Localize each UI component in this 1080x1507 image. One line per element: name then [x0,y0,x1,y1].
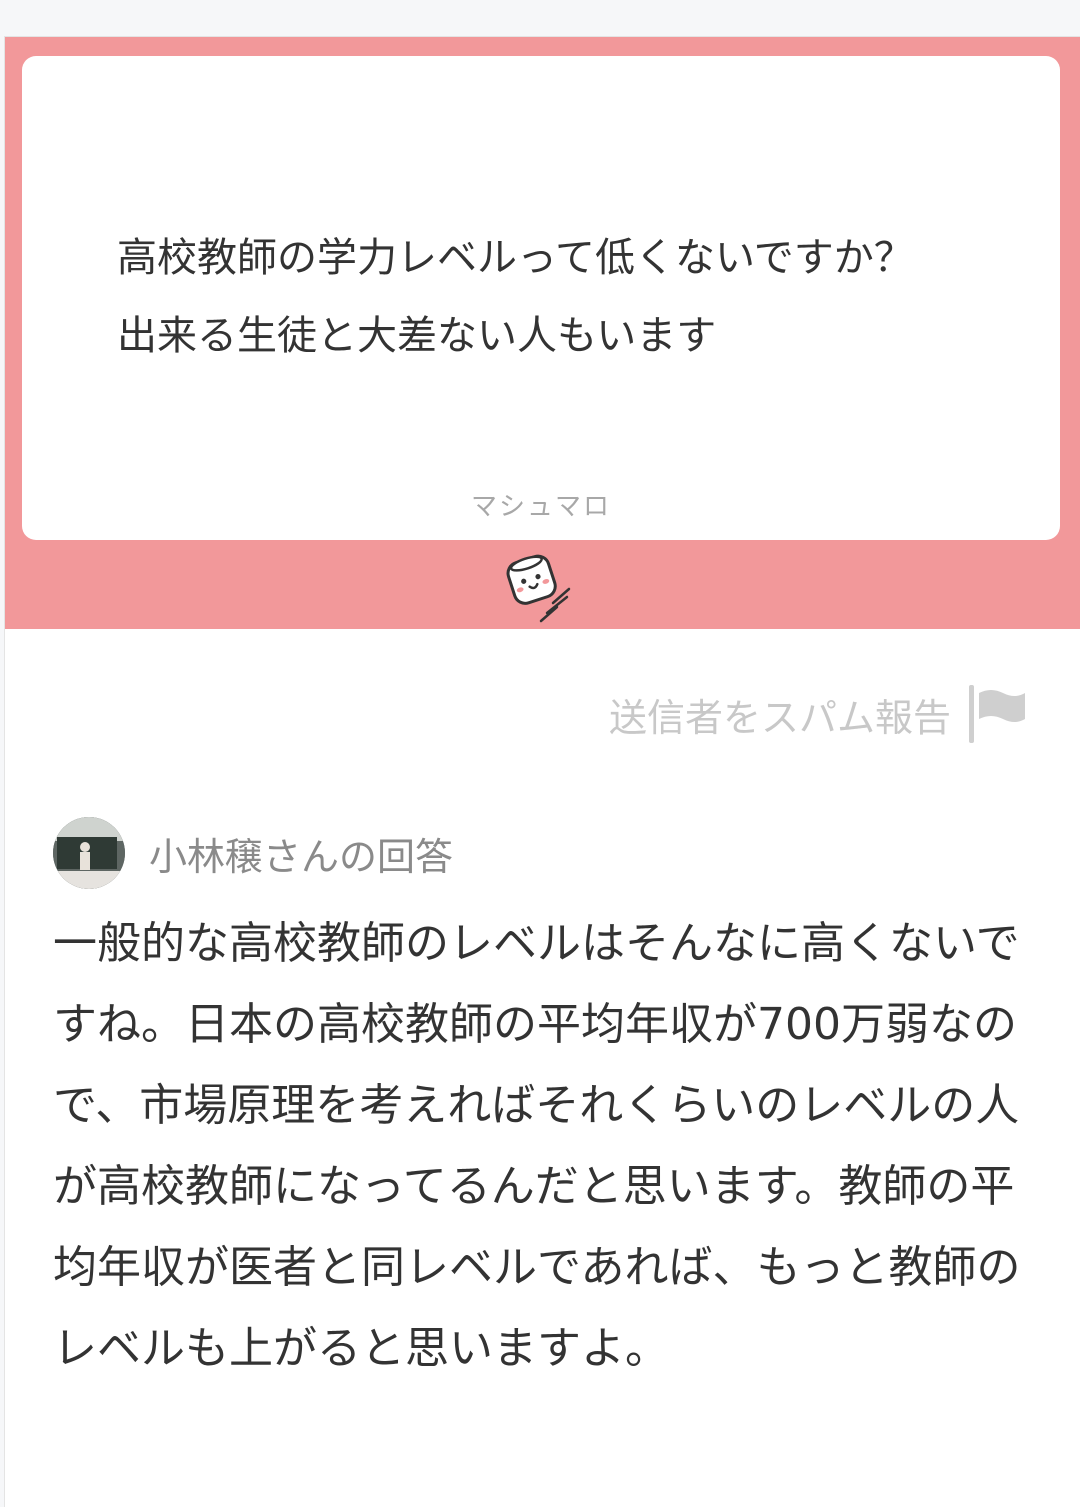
flag-icon [969,685,1025,743]
report-spam-label: 送信者をスパム報告 [608,695,951,740]
page: 高校教師の学力レベルって低くないですか？ 出来る生徒と大差ない人もいます マシュ… [4,36,1080,1507]
answer-header: 小林穣さんの回答 [53,817,453,889]
question-text: 高校教師の学力レベルって低くないですか？ 出来る生徒と大差ない人もいます [117,235,914,359]
brand-label: マシュマロ [470,492,611,522]
answer-title: 小林穣さんの回答 [149,834,454,879]
answer-text: 一般的な高校教師のレベルはそんなに高くないですね。日本の高校教師の平均年収が70… [53,918,1021,1374]
question-card-body: 高校教師の学力レベルって低くないですか？ 出来る生徒と大差ない人もいます マシュ… [22,56,1060,540]
report-spam-button[interactable]: 送信者をスパム報告 [609,685,1029,743]
avatar [53,817,125,889]
marshmallow-mascot-icon [506,554,571,623]
question-card: 高校教師の学力レベルって低くないですか？ 出来る生徒と大差ない人もいます マシュ… [5,37,1080,629]
